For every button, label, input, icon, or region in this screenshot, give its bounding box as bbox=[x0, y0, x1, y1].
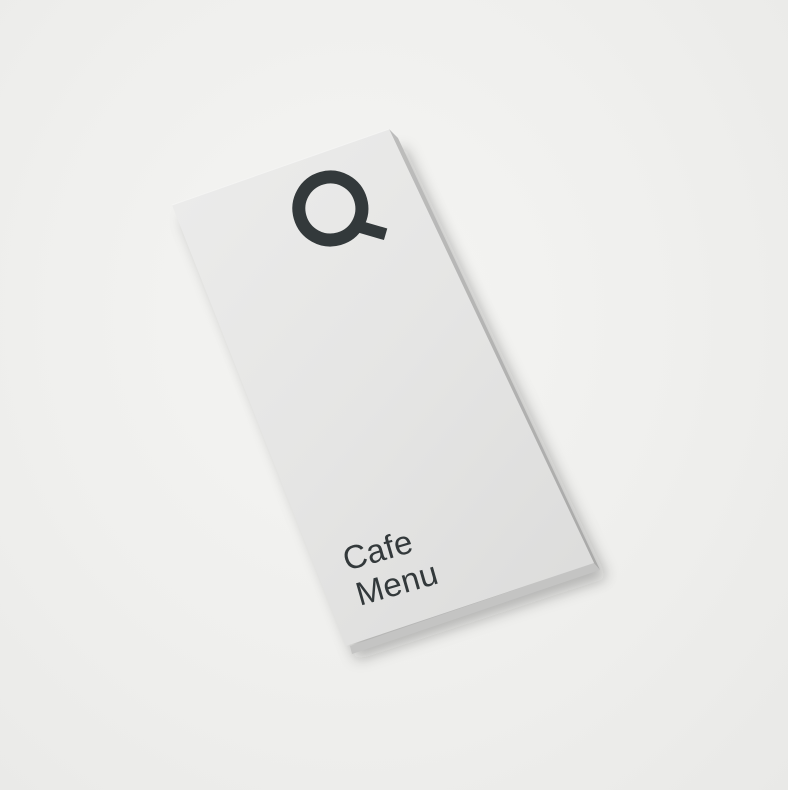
folded-brochure bbox=[171, 128, 600, 654]
mockup-scene: Cafe Menu bbox=[0, 0, 788, 790]
